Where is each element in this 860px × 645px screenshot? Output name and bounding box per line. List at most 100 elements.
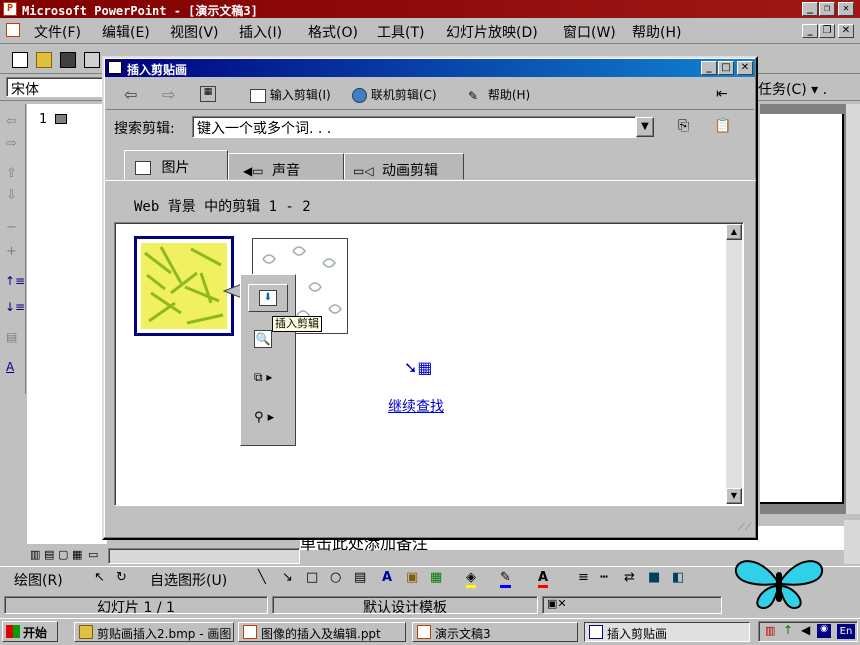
paste-icon[interactable]: 📋 — [714, 118, 731, 134]
line-style-icon[interactable]: ≡ — [578, 570, 589, 585]
taskbar-item-paint[interactable]: 剪贴画插入2.bmp - 画图 — [74, 622, 234, 642]
collapse-icon[interactable]: − — [6, 220, 17, 235]
menu-help[interactable]: 帮助(H) — [632, 22, 681, 42]
tray-volume-icon[interactable]: ◀ — [801, 623, 810, 637]
help-button[interactable]: ✎ 帮助(H) — [468, 86, 530, 103]
slide-view-icon[interactable]: ▢ — [58, 548, 68, 561]
restore-button[interactable]: ❐ — [819, 2, 835, 16]
shadow-icon[interactable]: ■ — [648, 570, 660, 585]
office-assistant-butterfly[interactable] — [730, 554, 828, 612]
autoshapes-menu[interactable]: 自选图形(U) — [150, 570, 227, 590]
task-pane-menu[interactable]: 任务(C) ▾ . — [758, 79, 827, 99]
taskbar-item-clipart[interactable]: 插入剪贴画 — [584, 622, 750, 642]
list-view-icon[interactable]: ▦ — [200, 86, 216, 102]
font-color-icon[interactable]: A — [538, 570, 549, 588]
picture-icon[interactable]: ▦ — [430, 570, 442, 585]
collapse-all-icon[interactable]: ↑≡ — [5, 274, 25, 288]
3d-icon[interactable]: ◧ — [672, 570, 684, 585]
menu-slideshow[interactable]: 幻灯片放映(D) — [446, 22, 538, 42]
show-view-icon[interactable]: ▭ — [88, 548, 98, 561]
start-button[interactable]: 开始 — [2, 621, 58, 642]
font-name-box[interactable]: 宋体 — [6, 77, 104, 98]
menu-format[interactable]: 格式(O) — [308, 22, 358, 42]
copy-icon[interactable]: ⎘ — [678, 118, 689, 134]
slide-canvas[interactable] — [760, 114, 844, 504]
print-icon[interactable] — [84, 52, 100, 68]
sorter-view-icon[interactable]: ▦ — [72, 548, 82, 561]
dialog-maximize-button[interactable]: □ — [718, 61, 734, 75]
search-input[interactable]: 键入一个或多个词. . . — [192, 116, 636, 138]
move-down-icon[interactable]: ⇩ — [6, 188, 17, 203]
close-button[interactable]: ✕ — [838, 2, 854, 16]
menu-insert[interactable]: 插入(I) — [239, 22, 282, 42]
textbox-icon[interactable]: ▤ — [354, 570, 366, 585]
dash-style-icon[interactable]: ┅ — [600, 570, 608, 585]
slide-thumbnail-icon[interactable] — [55, 114, 67, 124]
dialog-title-bar[interactable]: 插入剪贴画 _ □ ✕ — [105, 59, 755, 77]
tray-network-icon[interactable]: ▥ — [765, 624, 775, 637]
rectangle-icon[interactable]: □ — [306, 570, 318, 585]
expand-all-icon[interactable]: ↓≡ — [5, 300, 25, 314]
fill-color-icon[interactable]: ◈ — [466, 570, 476, 588]
preview-clip-icon[interactable]: 🔍 — [254, 330, 272, 348]
tab-pictures[interactable]: 图片 — [124, 150, 228, 180]
tab-motion-clips[interactable]: ▭◁ 动画剪辑 — [344, 153, 464, 180]
arrow-style-icon[interactable]: ⇄ — [624, 570, 635, 585]
document-icon[interactable] — [6, 23, 20, 37]
change-size-icon[interactable]: ⇤ — [716, 86, 728, 102]
tab-sounds[interactable]: ◀▭ 声音 — [228, 153, 344, 180]
move-up-icon[interactable]: ⇧ — [6, 166, 17, 181]
demote-icon[interactable]: ⇨ — [6, 136, 17, 151]
tray-language[interactable]: En — [837, 624, 855, 639]
taskbar-item-ppt-file[interactable]: 图像的插入及编辑.ppt — [238, 622, 406, 642]
select-arrow-icon[interactable]: ↖ — [94, 570, 105, 585]
doc-close-button[interactable]: ✕ — [838, 24, 854, 38]
tray-input-icon[interactable]: ◉ — [817, 624, 831, 638]
doc-restore-button[interactable]: ❐ — [819, 24, 835, 38]
normal-view-icon[interactable]: ▥ — [30, 548, 40, 561]
arrow-icon[interactable]: ↘ — [282, 570, 293, 585]
menu-file[interactable]: 文件(F) — [34, 22, 81, 42]
insert-clip-button[interactable]: ⬇ — [248, 284, 288, 312]
dialog-close-button[interactable]: ✕ — [737, 61, 753, 75]
promote-icon[interactable]: ⇦ — [6, 114, 17, 129]
forward-icon[interactable]: ⇨ — [162, 85, 175, 104]
save-icon[interactable] — [60, 52, 76, 68]
wordart-icon[interactable]: A — [382, 570, 392, 585]
horizontal-scrollbar[interactable] — [108, 548, 300, 564]
back-icon[interactable]: ⇦ — [124, 85, 137, 104]
oval-icon[interactable]: ○ — [330, 570, 341, 585]
scroll-up-button[interactable]: ▲ — [726, 224, 742, 240]
menu-view[interactable]: 视图(V) — [170, 22, 219, 42]
continue-search-icon[interactable]: ➘▦ — [404, 358, 433, 377]
clipart-icon[interactable]: ▣ — [406, 570, 418, 585]
clip-thumbnail-selected[interactable] — [134, 236, 234, 336]
menu-window[interactable]: 窗口(W) — [563, 22, 616, 42]
menu-edit[interactable]: 编辑(E) — [102, 22, 150, 42]
expand-icon[interactable]: + — [6, 244, 17, 259]
doc-minimize-button[interactable]: _ — [802, 24, 818, 38]
menu-tools[interactable]: 工具(T) — [377, 22, 424, 42]
results-scrollbar[interactable]: ▲ ▼ — [726, 224, 742, 504]
online-clips-button[interactable]: 联机剪辑(C) — [352, 86, 437, 103]
line-color-icon[interactable]: ✎ — [500, 570, 511, 588]
draw-menu[interactable]: 绘图(R) — [14, 570, 63, 590]
search-dropdown-button[interactable]: ▼ — [636, 117, 654, 137]
scroll-down-button[interactable]: ▼ — [726, 488, 742, 504]
import-clips-button[interactable]: 输入剪辑(I) — [250, 86, 331, 103]
dialog-minimize-button[interactable]: _ — [701, 61, 717, 75]
summary-slide-icon[interactable]: ▤ — [6, 330, 17, 344]
outline-pane[interactable]: 1 — [27, 104, 107, 544]
continue-search-link[interactable]: 继续查找 — [388, 396, 444, 416]
line-icon[interactable]: ╲ — [258, 570, 266, 585]
powerpoint-icon[interactable]: P — [3, 2, 17, 16]
find-similar-icon[interactable]: ⚲ ▸ — [254, 410, 274, 425]
taskbar-item-presentation[interactable]: 演示文稿3 — [412, 622, 578, 642]
dialog-size-grip[interactable]: ⟋⟋ — [738, 522, 752, 533]
tray-arrow-icon[interactable]: ↑ — [783, 623, 793, 637]
free-rotate-icon[interactable]: ↻ — [116, 570, 127, 585]
add-to-category-icon[interactable]: ⧉ ▸ — [254, 370, 272, 385]
notes-scrollbar[interactable] — [844, 520, 860, 564]
show-formatting-icon[interactable]: A — [6, 360, 14, 374]
open-icon[interactable] — [36, 52, 52, 68]
